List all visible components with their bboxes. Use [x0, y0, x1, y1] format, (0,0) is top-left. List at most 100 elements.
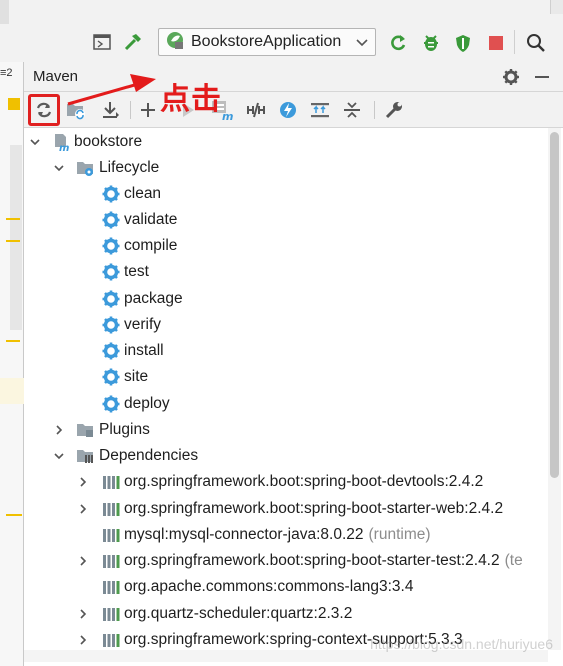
- chevron-right-icon[interactable]: [76, 633, 90, 647]
- maven-module-icon: m: [52, 133, 70, 151]
- tree-node-dependencies[interactable]: Dependencies: [24, 443, 549, 469]
- chevron-down-icon: [355, 35, 369, 54]
- chevron-right-icon[interactable]: [76, 607, 90, 621]
- library-icon: [102, 500, 120, 518]
- minimize-icon[interactable]: [532, 67, 552, 87]
- spring-boot-icon: [165, 30, 185, 55]
- layout-icon[interactable]: [92, 33, 112, 51]
- show-dependencies-button[interactable]: [306, 96, 334, 124]
- maven-projects-tree[interactable]: m bookstore Lifecycle clean validate com…: [24, 128, 549, 658]
- project-name: bookstore: [74, 133, 143, 150]
- editor-tab-indicator[interactable]: ≡2: [0, 67, 13, 79]
- lifecycle-folder-icon: [76, 159, 94, 177]
- run-configuration-select[interactable]: BookstoreApplication: [158, 28, 376, 56]
- dependency-item[interactable]: org.springframework.boot:spring-boot-sta…: [24, 548, 549, 574]
- coverage-shield-icon[interactable]: [452, 32, 474, 54]
- lifecycle-goal[interactable]: package: [24, 286, 549, 312]
- tree-node-lifecycle[interactable]: Lifecycle: [24, 155, 549, 181]
- dependency-scope: (te: [504, 552, 523, 569]
- maven-settings-wrench-icon[interactable]: [380, 96, 408, 124]
- tree-node-root[interactable]: m bookstore: [24, 129, 549, 155]
- dependencies-label: Dependencies: [99, 447, 199, 464]
- library-icon: [102, 552, 120, 570]
- gear-icon: [102, 263, 120, 281]
- chevron-right-icon[interactable]: [76, 554, 90, 568]
- editor-scroll-strip: [10, 145, 22, 330]
- goal-label: package: [124, 290, 183, 307]
- chevron-right-icon[interactable]: [76, 502, 90, 516]
- settings-gear-icon[interactable]: [501, 67, 521, 87]
- editor-highlight-line: [0, 378, 24, 404]
- dependency-item[interactable]: mysql:mysql-connector-java:8.0.22 (runtim…: [24, 522, 549, 548]
- lifecycle-goal[interactable]: clean: [24, 181, 549, 207]
- dependency-item[interactable]: org.springframework.boot:spring-boot-sta…: [24, 496, 549, 522]
- reload-maven-projects-button[interactable]: [30, 96, 58, 124]
- goal-label: install: [124, 342, 164, 359]
- window-edge-right: [550, 0, 563, 14]
- dependency-label: mysql:mysql-connector-java:8.0.22 (runtim…: [124, 526, 431, 544]
- editor-marker: [6, 340, 20, 342]
- dependency-item[interactable]: org.quartz-scheduler:quartz:2.3.2: [24, 601, 549, 627]
- gear-icon: [102, 316, 120, 334]
- lifecycle-goal[interactable]: verify: [24, 312, 549, 338]
- editor-marker: [6, 240, 20, 242]
- gear-icon: [102, 342, 120, 360]
- gear-icon: [102, 395, 120, 413]
- svg-text:m: m: [222, 110, 233, 121]
- lifecycle-goal[interactable]: test: [24, 259, 549, 285]
- stop-icon[interactable]: [486, 33, 506, 53]
- dependency-item[interactable]: org.springframework.boot:spring-boot-dev…: [24, 469, 549, 495]
- chevron-down-icon[interactable]: [52, 449, 66, 463]
- dependency-name: org.quartz-scheduler:quartz:2.3.2: [124, 605, 353, 622]
- debug-bug-icon[interactable]: [420, 32, 442, 54]
- lifecycle-goal[interactable]: validate: [24, 207, 549, 233]
- annotation-arrow: [67, 74, 156, 106]
- chevron-right-icon[interactable]: [76, 475, 90, 489]
- run-toolbar: BookstoreApplication: [0, 0, 563, 62]
- editor-warning-mark: [8, 98, 20, 110]
- library-icon: [102, 578, 120, 596]
- vertical-scrollbar-thumb[interactable]: [550, 132, 559, 478]
- rerun-icon[interactable]: [387, 32, 409, 54]
- dependency-name: org.apache.commons:commons-lang3:3.4: [124, 578, 414, 595]
- dependency-name: mysql:mysql-connector-java:8.0.22: [124, 526, 364, 543]
- vertical-scrollbar[interactable]: [548, 128, 561, 650]
- plugins-folder-icon: [76, 421, 94, 439]
- library-icon: [102, 526, 120, 544]
- library-icon: [102, 605, 120, 623]
- dependency-label: org.springframework.boot:spring-boot-dev…: [124, 473, 488, 491]
- lifecycle-goal[interactable]: site: [24, 364, 549, 390]
- goal-label: deploy: [124, 395, 170, 412]
- chevron-down-icon[interactable]: [52, 161, 66, 175]
- chevron-right-icon[interactable]: [52, 423, 66, 437]
- search-icon[interactable]: [524, 31, 548, 55]
- dependency-label: org.springframework.boot:spring-boot-sta…: [124, 500, 508, 518]
- toolbar-separator: [514, 30, 515, 54]
- lifecycle-goal[interactable]: install: [24, 338, 549, 364]
- dependency-label: org.apache.commons:commons-lang3:3.4: [124, 578, 418, 596]
- goal-label: compile: [124, 237, 178, 254]
- skip-tests-button[interactable]: [274, 96, 302, 124]
- goal-label: clean: [124, 185, 162, 202]
- editor-marker: [6, 218, 20, 220]
- lifecycle-goal[interactable]: compile: [24, 233, 549, 259]
- gear-icon: [102, 211, 120, 229]
- editor-marker: [6, 514, 22, 516]
- build-hammer-icon[interactable]: [122, 32, 144, 52]
- gear-icon: [102, 290, 120, 308]
- lifecycle-label: Lifecycle: [99, 159, 160, 176]
- collapse-all-button[interactable]: [338, 96, 366, 124]
- dependency-item[interactable]: org.apache.commons:commons-lang3:3.4: [24, 574, 549, 600]
- dependency-label: org.quartz-scheduler:quartz:2.3.2: [124, 605, 357, 623]
- svg-text:m: m: [59, 143, 69, 151]
- goal-label: validate: [124, 211, 178, 228]
- plugins-label: Plugins: [99, 421, 150, 438]
- dependency-scope: (runtime): [368, 526, 431, 543]
- tab-count: 2: [6, 67, 13, 79]
- chevron-down-icon[interactable]: [28, 135, 42, 149]
- lifecycle-goal[interactable]: deploy: [24, 391, 549, 417]
- dependency-label: org.springframework.boot:spring-boot-sta…: [124, 552, 523, 570]
- tree-node-plugins[interactable]: Plugins: [24, 417, 549, 443]
- run-configuration-label: BookstoreApplication: [191, 33, 342, 50]
- toggle-offline-mode-button[interactable]: [242, 96, 270, 124]
